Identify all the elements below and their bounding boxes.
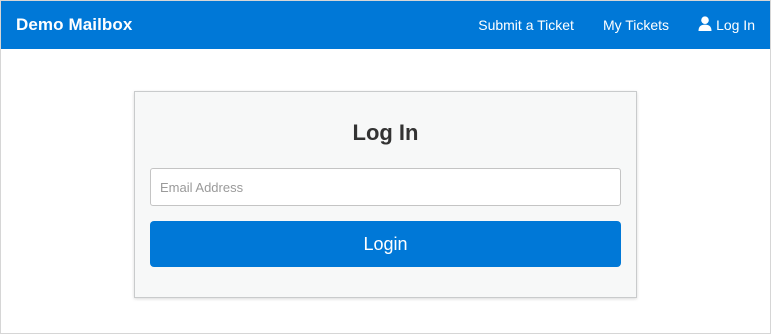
brand-link[interactable]: Demo Mailbox bbox=[16, 15, 132, 35]
email-field[interactable] bbox=[150, 168, 621, 206]
nav-submit-ticket-link[interactable]: Submit a Ticket bbox=[478, 0, 574, 49]
nav-my-tickets-label: My Tickets bbox=[602, 16, 670, 33]
user-icon bbox=[698, 16, 712, 31]
nav-my-tickets-link[interactable]: My Tickets bbox=[603, 0, 669, 49]
nav-links: Submit a Ticket My Tickets Log In bbox=[478, 0, 755, 49]
nav-login-label: Log In bbox=[716, 16, 755, 33]
login-title: Log In bbox=[352, 120, 419, 145]
login-button[interactable]: Login bbox=[150, 221, 621, 267]
top-navbar: Demo Mailbox Submit a Ticket My Tickets … bbox=[0, 0, 771, 49]
nav-login-link[interactable]: Log In bbox=[698, 0, 755, 49]
login-card: Log In Login bbox=[134, 91, 637, 298]
nav-submit-ticket-label: Submit a Ticket bbox=[478, 16, 574, 33]
